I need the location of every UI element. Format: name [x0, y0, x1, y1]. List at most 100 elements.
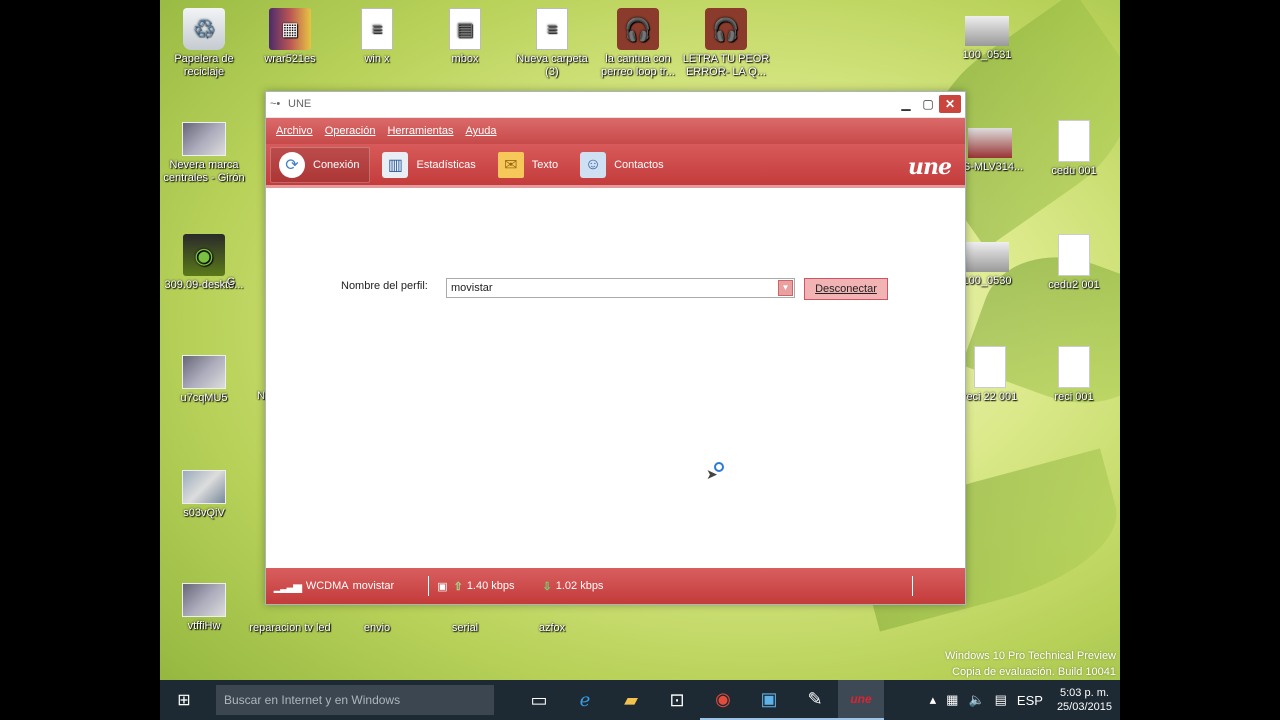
- chevron-up-icon[interactable]: ▴: [930, 692, 937, 708]
- desktop-icon-label: N: [257, 390, 265, 402]
- store-icon: ⊡: [669, 689, 685, 710]
- task-view-button[interactable]: ▭: [516, 680, 562, 720]
- document-icon: ≡: [361, 8, 393, 50]
- folder-icon: ▰: [624, 689, 638, 710]
- notifications-icon[interactable]: ▤: [995, 692, 1007, 708]
- upload-arrow-icon: ⇧: [453, 580, 463, 593]
- desktop-icon[interactable]: vtffiHw: [160, 583, 248, 633]
- operator-name: movistar: [352, 580, 395, 592]
- desktop-icon-label: win x: [364, 53, 390, 65]
- desktop-icon[interactable]: Nevera marca centrales - Girón: [160, 122, 248, 185]
- desktop-icon[interactable]: ▤ mbox: [421, 8, 509, 66]
- tab-texto[interactable]: ✉ Texto: [490, 147, 568, 183]
- desktop-icon[interactable]: 100_0531: [943, 16, 1031, 62]
- disconnect-button[interactable]: Desconectar: [804, 278, 888, 300]
- menu-operacion[interactable]: Operación: [325, 125, 376, 137]
- connection-panel: Nombre del perfil: movistar ▼ Desconecta…: [266, 188, 965, 564]
- desktop-icon-label: 100_0530: [962, 275, 1012, 287]
- close-button[interactable]: ✕: [939, 95, 961, 113]
- clock[interactable]: 5:03 p. m. 25/03/2015: [1057, 686, 1112, 714]
- photos-button[interactable]: ▣: [746, 680, 792, 720]
- desktop-icon-label: cedu 001: [1051, 165, 1097, 177]
- window-titlebar[interactable]: ~• UNE ▁ ▢ ✕: [266, 92, 965, 118]
- desktop-icon[interactable]: azfox: [508, 622, 596, 635]
- download-arrow-icon: ⇩: [542, 580, 552, 593]
- menu-ayuda[interactable]: Ayuda: [465, 125, 496, 137]
- contacts-icon: ☺: [580, 151, 607, 178]
- taskbar: ⊞ Buscar en Internet y en Windows ▭ ℯ ▰ …: [160, 680, 1120, 720]
- tool-icon: ✎: [807, 688, 823, 709]
- tab-conexion[interactable]: ⟳ Conexión: [270, 146, 371, 183]
- desktop-icon-label: s03vQiV: [183, 507, 225, 519]
- tool-button[interactable]: ✎: [792, 680, 838, 720]
- desktop-icon-label: la cantua con perreo loop tr...: [601, 53, 675, 78]
- desktop-icon[interactable]: G: [216, 276, 246, 289]
- window-title: UNE: [288, 98, 312, 110]
- desktop-icon[interactable]: ▦ wrar521es: [246, 8, 334, 66]
- minimize-icon: ▁: [901, 97, 911, 111]
- loading-ring-icon: [714, 462, 724, 472]
- desktop-icon-label: reci 22 001: [962, 391, 1018, 403]
- tab-label: Estadísticas: [416, 158, 476, 171]
- maximize-button[interactable]: ▢: [917, 95, 939, 113]
- tab-label: Contactos: [614, 158, 664, 171]
- une-window: ~• UNE ▁ ▢ ✕ Archivo Operación Herramien…: [265, 91, 966, 605]
- volume-icon[interactable]: 🔈: [968, 692, 984, 708]
- une-logo-icon: une: [850, 692, 872, 706]
- start-button[interactable]: ⊞: [160, 680, 208, 720]
- system-tray: ▴ ▦ 🔈 ▤ ESP 5:03 p. m. 25/03/2015: [920, 680, 1112, 720]
- desktop-icon[interactable]: cedu2 001: [1030, 234, 1118, 292]
- profile-value: movistar: [451, 282, 493, 294]
- photo-icon: [965, 16, 1009, 46]
- modem-icon: ▣: [437, 580, 448, 593]
- tab-contactos[interactable]: ☺ Contactos: [572, 147, 674, 183]
- store-button[interactable]: ⊡: [654, 680, 700, 720]
- une-taskbar-button[interactable]: une: [838, 680, 884, 720]
- chrome-button[interactable]: ◉: [700, 680, 746, 720]
- minimize-button[interactable]: ▁: [895, 95, 917, 113]
- desktop-icon[interactable]: u7cqMU5: [160, 355, 248, 405]
- chevron-down-icon[interactable]: ▼: [778, 280, 793, 296]
- desktop-icon[interactable]: ≡ Nueva carpeta (3): [508, 8, 596, 79]
- desktop-icon[interactable]: serial: [421, 622, 509, 635]
- document-icon: ≡: [536, 8, 568, 50]
- document-icon: [1058, 346, 1090, 388]
- statistics-icon: ▥: [382, 151, 409, 178]
- windows-logo-icon: ⊞: [177, 692, 191, 709]
- nvidia-icon: ◉: [183, 234, 225, 276]
- tab-label: Texto: [531, 158, 559, 171]
- menu-herramientas[interactable]: Herramientas: [387, 125, 453, 137]
- busy-cursor-icon: ➤: [706, 462, 724, 483]
- desktop-icon[interactable]: 🎧 LETRA TU PEOR ERROR- LA Q...: [682, 8, 770, 79]
- search-box[interactable]: Buscar en Internet y en Windows: [216, 685, 494, 715]
- desktop-icon-label: wrar521es: [264, 53, 316, 65]
- clock-time: 5:03 p. m.: [1060, 687, 1109, 699]
- menu-archivo[interactable]: Archivo: [276, 125, 313, 137]
- headphones-icon: 🎧: [617, 8, 659, 50]
- maximize-icon: ▢: [922, 97, 934, 111]
- profile-select[interactable]: movistar ▼: [446, 278, 795, 298]
- photo-icon: [965, 242, 1009, 272]
- envelope-icon: ✉: [497, 151, 524, 178]
- desktop-icon[interactable]: ≡ win x: [333, 8, 421, 66]
- desktop-icon[interactable]: reparacion tv led: [246, 622, 334, 635]
- internet-explorer-button[interactable]: ℯ: [562, 680, 608, 720]
- desktop-icon-label: reci 001: [1054, 391, 1094, 403]
- download-speed: 1.02 kbps: [555, 580, 604, 592]
- network-icon[interactable]: ▦: [946, 692, 958, 708]
- document-icon: [974, 346, 1006, 388]
- desktop-icon[interactable]: envio: [333, 622, 421, 635]
- headphones-icon: 🎧: [705, 8, 747, 50]
- tab-label: Conexión: [313, 158, 360, 171]
- watermark-line: Windows 10 Pro Technical Preview: [945, 650, 1116, 662]
- desktop-icon[interactable]: s03vQiV: [160, 470, 248, 520]
- une-logo-icon: ~•: [270, 98, 281, 110]
- desktop-icon[interactable]: ♲ Papelera de reciclaje: [160, 8, 248, 79]
- tab-estadisticas[interactable]: ▥ Estadísticas: [374, 147, 485, 183]
- desktop-icon[interactable]: cedu 001: [1030, 120, 1118, 178]
- desktop-icon[interactable]: 🎧 la cantua con perreo loop tr...: [594, 8, 682, 79]
- language-indicator[interactable]: ESP: [1017, 693, 1043, 708]
- desktop-icon[interactable]: reci 001: [1030, 346, 1118, 404]
- file-explorer-button[interactable]: ▰: [608, 680, 654, 720]
- desktop-icon-label: vtffiHw: [187, 620, 221, 632]
